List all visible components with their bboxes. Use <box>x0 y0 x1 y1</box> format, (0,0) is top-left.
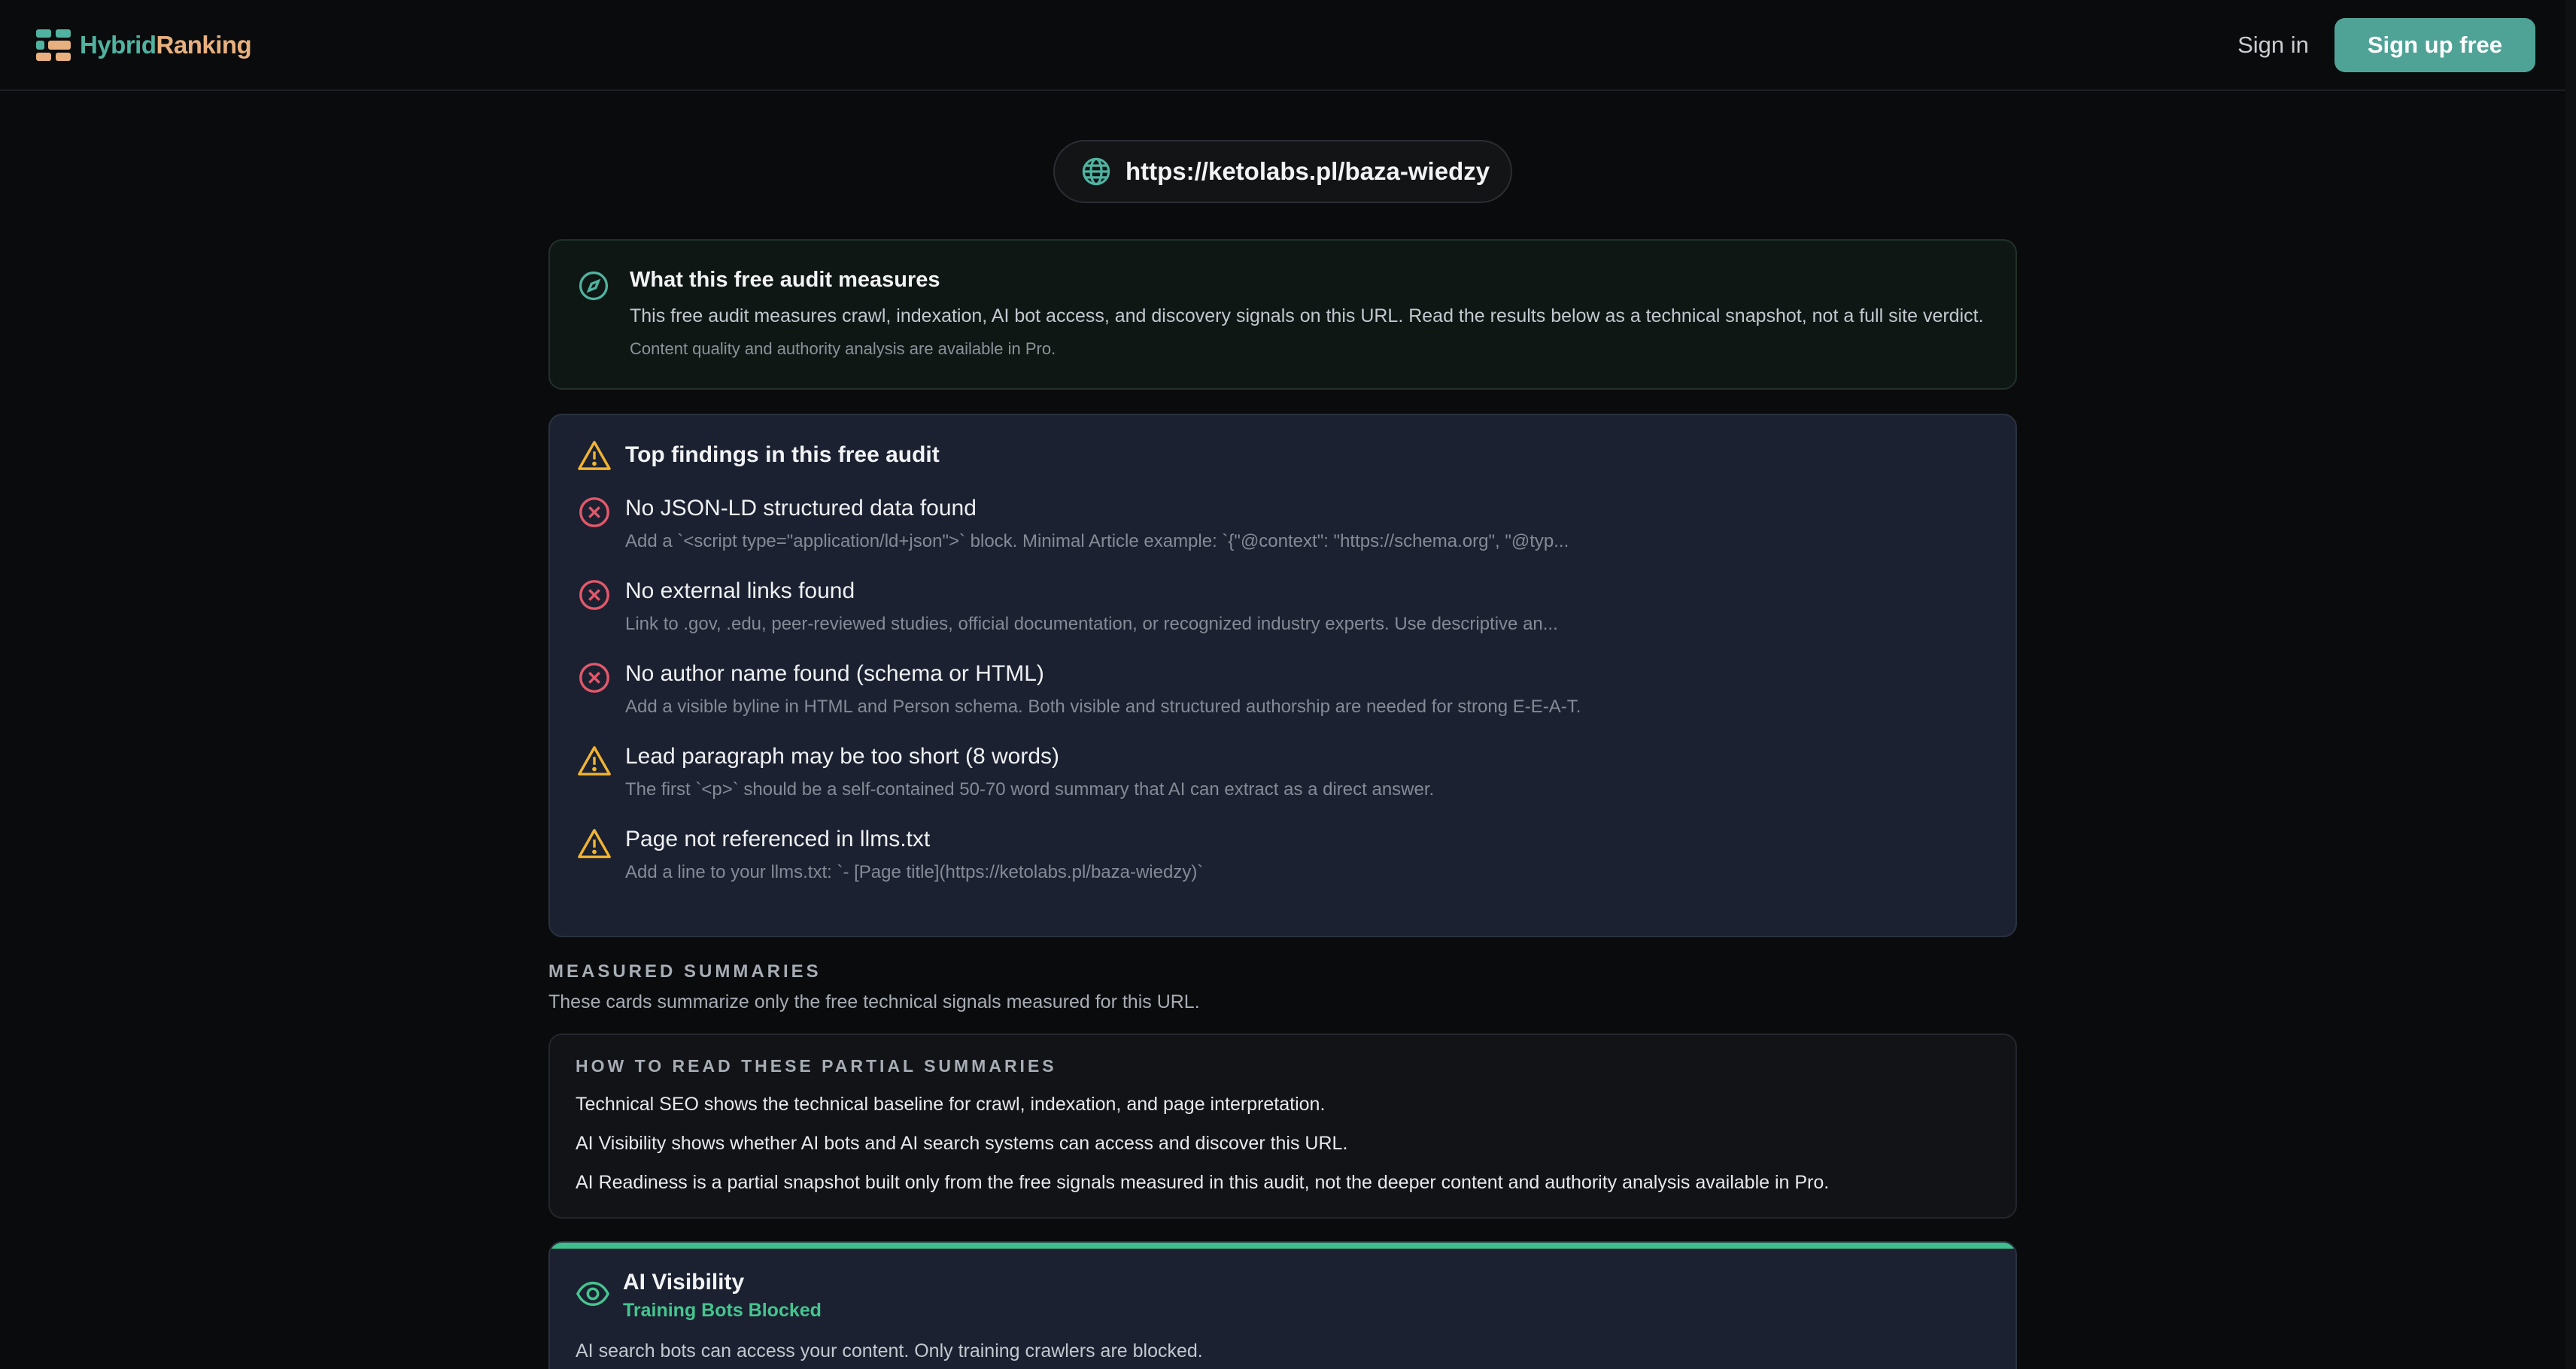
error-circle-icon <box>579 497 609 527</box>
audited-url-pill: https://ketolabs.pl/baza-wiedzy <box>1053 140 1512 203</box>
findings-title: Top findings in this free audit <box>625 442 940 467</box>
warning-icon <box>578 829 611 858</box>
status-bar <box>550 1243 2016 1249</box>
section-label: MEASURED SUMMARIES <box>548 961 822 982</box>
logo-icon <box>36 29 72 61</box>
finding-title: No external links found <box>625 578 855 603</box>
read-line: AI Readiness is a partial snapshot built… <box>576 1172 1830 1193</box>
finding-item[interactable]: No author name found (schema or HTML) Ad… <box>577 659 1988 719</box>
section-subtitle: These cards summarize only the free tech… <box>548 991 1200 1012</box>
globe-icon <box>1082 157 1110 186</box>
logo-text: HybridRanking <box>80 30 252 59</box>
top-findings-card: Top findings in this free audit No JSON-… <box>548 414 2017 937</box>
read-line: Technical SEO shows the technical baseli… <box>576 1094 1326 1115</box>
ai-visibility-description: AI search bots can access your content. … <box>576 1340 1203 1361</box>
finding-title: No author name found (schema or HTML) <box>625 661 1044 686</box>
ai-visibility-title: AI Visibility <box>623 1270 745 1295</box>
finding-title: No JSON-LD structured data found <box>625 496 977 521</box>
nav-actions: Sign in Sign up free <box>2237 17 2535 72</box>
intro-title: What this free audit measures <box>630 268 940 292</box>
finding-title: Lead paragraph may be too short (8 words… <box>625 744 1059 769</box>
audited-url: https://ketolabs.pl/baza-wiedzy <box>1125 157 1490 185</box>
read-card-title: HOW TO READ THESE PARTIAL SUMMARIES <box>576 1056 1057 1076</box>
finding-item[interactable]: Page not referenced in llms.txt Add a li… <box>577 824 1988 885</box>
audit-intro-card: What this free audit measures This free … <box>548 239 2017 390</box>
finding-item[interactable]: Lead paragraph may be too short (8 words… <box>577 742 1988 802</box>
intro-subtext: Content quality and authority analysis a… <box>630 339 1056 358</box>
how-to-read-card: HOW TO READ THESE PARTIAL SUMMARIES Tech… <box>548 1034 2017 1219</box>
top-nav: HybridRanking Sign in Sign up free <box>0 0 2576 91</box>
finding-description: The first `<p>` should be a self-contain… <box>625 779 1435 800</box>
finding-item[interactable]: No JSON-LD structured data found Add a `… <box>577 493 1988 554</box>
logo-text-hybrid: Hybrid <box>80 30 156 59</box>
eye-icon <box>576 1281 610 1307</box>
finding-title: Page not referenced in llms.txt <box>625 827 931 851</box>
finding-item[interactable]: No external links found Link to .gov, .e… <box>577 576 1988 636</box>
compass-icon <box>579 271 609 301</box>
finding-description: Link to .gov, .edu, peer-reviewed studie… <box>625 614 1558 634</box>
logo-text-ranking: Ranking <box>156 30 252 59</box>
signin-link[interactable]: Sign in <box>2237 32 2309 59</box>
status-badge: Training Bots Blocked <box>623 1300 822 1321</box>
ai-visibility-card[interactable]: AI Visibility Training Bots Blocked AI s… <box>548 1241 2017 1369</box>
finding-description: Add a visible byline in HTML and Person … <box>625 697 1581 717</box>
warning-icon <box>578 746 611 776</box>
signup-button[interactable]: Sign up free <box>2334 17 2535 72</box>
finding-description: Add a `<script type="application/ld+json… <box>625 531 1569 551</box>
read-line: AI Visibility shows whether AI bots and … <box>576 1133 1348 1154</box>
error-circle-icon <box>579 663 609 693</box>
warning-icon <box>578 441 611 470</box>
finding-description: Add a line to your llms.txt: `- [Page ti… <box>625 862 1204 882</box>
logo[interactable]: HybridRanking <box>36 29 252 61</box>
error-circle-icon <box>579 580 609 610</box>
intro-text: This free audit measures crawl, indexati… <box>630 305 1984 326</box>
scrollbar[interactable] <box>2565 0 2576 1369</box>
